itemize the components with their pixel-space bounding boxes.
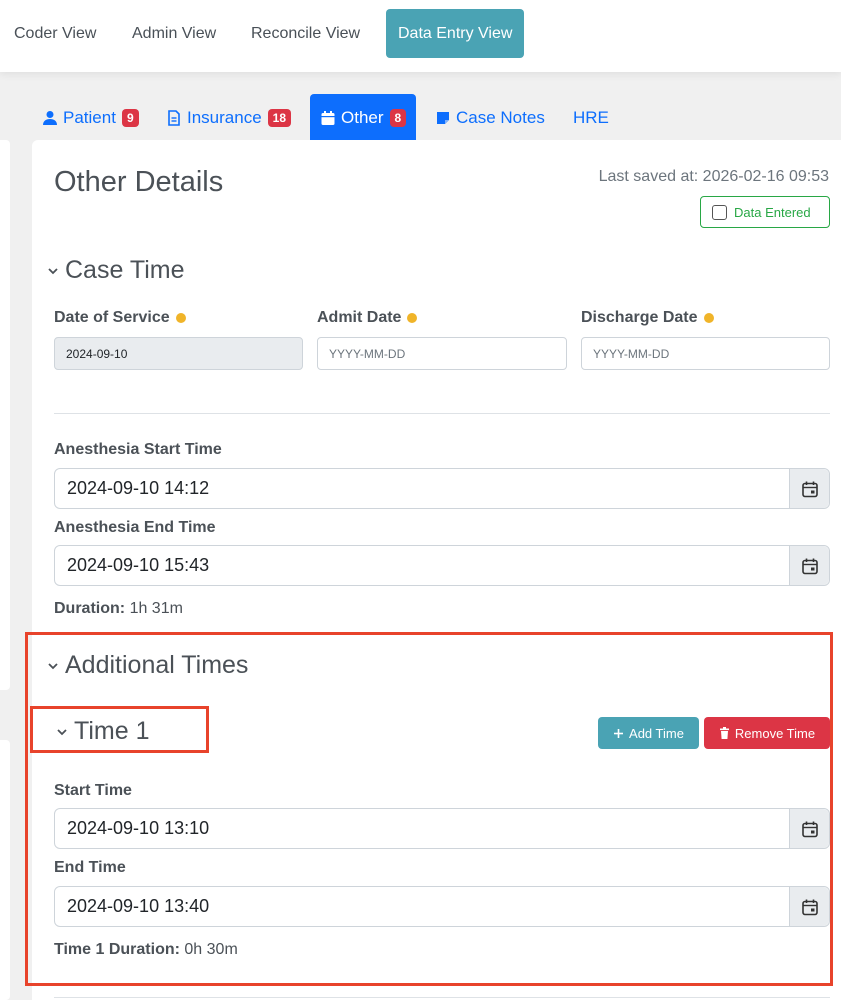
- calendar-picker-button[interactable]: [789, 546, 829, 585]
- discharge-date-field[interactable]: YYYY-MM-DD: [581, 337, 830, 370]
- remove-time-label: Remove Time: [734, 725, 816, 741]
- anesthesia-start-label: Anesthesia Start Time: [54, 441, 222, 458]
- start-time-field[interactable]: 2024-09-10 13:10: [54, 808, 830, 849]
- tab-insurance[interactable]: Insurance 18: [166, 94, 292, 142]
- calendar-picker-button[interactable]: [789, 469, 829, 508]
- case-time-title: Case Time: [65, 256, 185, 284]
- divider: [54, 413, 830, 414]
- case-time-header[interactable]: Case Time: [46, 256, 184, 285]
- time-1-duration-label: Time 1 Duration:: [54, 941, 180, 958]
- page-title: Other Details: [54, 166, 224, 198]
- date-of-service-label: Date of Service: [54, 309, 186, 327]
- additional-times-title: Additional Times: [65, 651, 249, 679]
- chevron-down-icon: [57, 728, 67, 735]
- tab-insurance-label: Insurance: [187, 108, 262, 127]
- data-entered-toggle[interactable]: Data Entered: [700, 196, 830, 228]
- anesthesia-end-value: 2024-09-10 15:43: [67, 555, 210, 575]
- date-of-service-field: 2024-09-10: [54, 337, 303, 370]
- duration-value: 1h 31m: [129, 600, 183, 617]
- start-time-label: Start Time: [54, 782, 132, 799]
- end-time-label: End Time: [54, 859, 126, 876]
- required-indicator-icon: [407, 313, 418, 323]
- start-time-value: 2024-09-10 13:10: [67, 818, 210, 838]
- time-1-duration: Time 1 Duration: 0h 30m: [54, 941, 238, 959]
- admit-date-label: Admit Date: [317, 309, 418, 327]
- tab-patient[interactable]: Patient 9: [42, 94, 139, 142]
- remove-time-button[interactable]: Remove Time: [704, 717, 830, 749]
- calendar-picker-button[interactable]: [789, 809, 829, 848]
- note-icon: [435, 110, 451, 126]
- tab-patient-badge: 9: [121, 109, 139, 127]
- admit-date-placeholder: YYYY-MM-DD: [329, 346, 406, 361]
- date-of-service-label-text: Date of Service: [54, 309, 170, 326]
- time-1-title: Time 1: [74, 717, 150, 745]
- left-panel-bottom: [0, 740, 10, 1000]
- tab-patient-label: Patient: [63, 108, 116, 127]
- end-time-field[interactable]: 2024-09-10 13:40: [54, 886, 830, 927]
- date-of-service-value: 2024-09-10: [66, 346, 128, 361]
- calendar-picker-button[interactable]: [789, 887, 829, 926]
- end-time-value: 2024-09-10 13:40: [67, 896, 210, 916]
- required-indicator-icon: [175, 313, 186, 323]
- calendar-icon: [801, 821, 818, 837]
- discharge-date-label: Discharge Date: [581, 309, 714, 327]
- left-panel-top: [0, 140, 10, 690]
- anesthesia-duration: Duration: 1h 31m: [54, 600, 183, 618]
- reconcile-view-button[interactable]: Reconcile View: [251, 9, 360, 58]
- trash-icon: [719, 727, 729, 739]
- calendar-icon: [801, 558, 818, 574]
- tab-hre[interactable]: HRE: [573, 94, 609, 142]
- anesthesia-start-value: 2024-09-10 14:12: [67, 478, 210, 498]
- tab-other-label: Other: [341, 108, 384, 127]
- duration-label: Duration:: [54, 600, 126, 617]
- view-switcher-bar: Coder View Admin View Reconcile View Dat…: [0, 0, 841, 72]
- calendar-icon: [320, 110, 336, 126]
- tab-insurance-badge: 18: [267, 109, 292, 127]
- calendar-icon: [801, 481, 818, 497]
- section-tabs: Patient 9 Insurance 18 Other 8 Case Note…: [0, 94, 841, 142]
- add-time-button[interactable]: Add Time: [598, 717, 699, 749]
- last-saved-text: Last saved at: 2026-02-16 09:53: [598, 168, 829, 185]
- data-entered-checkbox[interactable]: [712, 204, 727, 220]
- tab-hre-label: HRE: [573, 108, 609, 127]
- coder-view-button[interactable]: Coder View: [14, 9, 96, 58]
- document-icon: [166, 110, 182, 126]
- plus-icon: [614, 728, 624, 738]
- calendar-icon: [801, 899, 818, 915]
- admin-view-button[interactable]: Admin View: [132, 9, 216, 58]
- chevron-down-icon: [48, 662, 58, 669]
- tab-other[interactable]: Other 8: [310, 94, 417, 142]
- admit-date-label-text: Admit Date: [317, 309, 402, 326]
- time-1-duration-value: 0h 30m: [184, 941, 238, 958]
- additional-times-header[interactable]: Additional Times: [46, 651, 248, 680]
- data-entered-label: Data Entered: [734, 204, 811, 220]
- anesthesia-end-label: Anesthesia End Time: [54, 519, 216, 536]
- tab-case-notes-label: Case Notes: [456, 108, 545, 127]
- time-1-header[interactable]: Time 1: [55, 717, 149, 746]
- add-time-label: Add Time: [629, 725, 684, 741]
- anesthesia-end-field[interactable]: 2024-09-10 15:43: [54, 545, 830, 586]
- divider: [54, 997, 830, 998]
- chevron-down-icon: [48, 267, 58, 274]
- data-entry-view-button[interactable]: Data Entry View: [386, 9, 525, 58]
- required-indicator-icon: [703, 313, 714, 323]
- anesthesia-start-field[interactable]: 2024-09-10 14:12: [54, 468, 830, 509]
- user-icon: [42, 110, 58, 126]
- admit-date-field[interactable]: YYYY-MM-DD: [317, 337, 567, 370]
- discharge-date-placeholder: YYYY-MM-DD: [593, 346, 670, 361]
- discharge-date-label-text: Discharge Date: [581, 309, 698, 326]
- tab-other-badge: 8: [389, 109, 407, 127]
- tab-case-notes[interactable]: Case Notes: [435, 94, 545, 142]
